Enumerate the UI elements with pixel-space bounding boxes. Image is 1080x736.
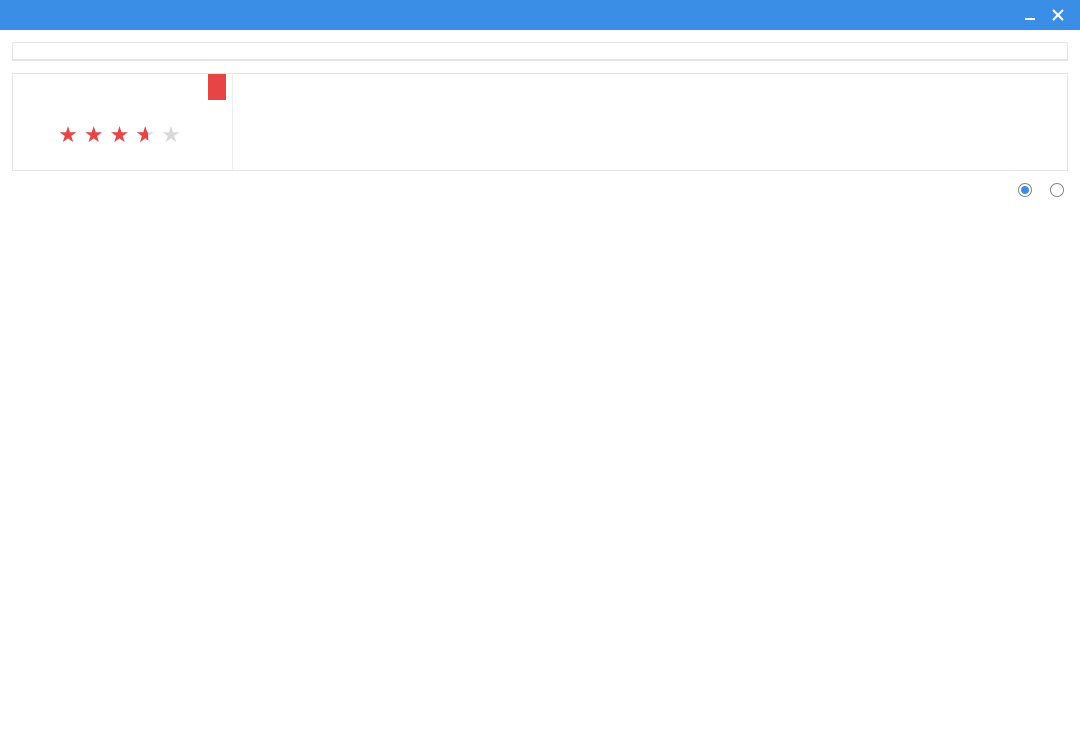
close-button[interactable] — [1044, 4, 1072, 26]
star-half-icon: ★★ — [135, 122, 161, 148]
badge — [208, 74, 226, 100]
minimize-button[interactable] — [1016, 4, 1044, 26]
info-grid-last — [233, 154, 1067, 170]
star-icon: ★ — [84, 122, 110, 147]
col-result — [893, 43, 1067, 60]
star-icon: ★ — [110, 122, 136, 147]
report-date — [13, 154, 233, 170]
summary-panel: ★★★★★★ — [12, 73, 1068, 171]
col-item — [13, 43, 133, 60]
star-rating: ★★★★★★ — [13, 122, 232, 148]
report-table — [13, 43, 1067, 60]
titlebar — [0, 0, 1080, 30]
radio-icon — [1050, 183, 1064, 197]
hide-serial-checkbox[interactable] — [1018, 183, 1036, 197]
col-read — [513, 43, 893, 60]
info-grid — [233, 74, 1067, 154]
radio-icon — [1018, 183, 1032, 197]
star-icon: ★ — [161, 122, 187, 147]
show-watermark-checkbox[interactable] — [1050, 183, 1068, 197]
col-factory — [133, 43, 513, 60]
report-panel — [12, 42, 1068, 61]
footer — [12, 183, 1068, 197]
score-box: ★★★★★★ — [13, 74, 233, 154]
star-icon: ★ — [58, 122, 84, 147]
